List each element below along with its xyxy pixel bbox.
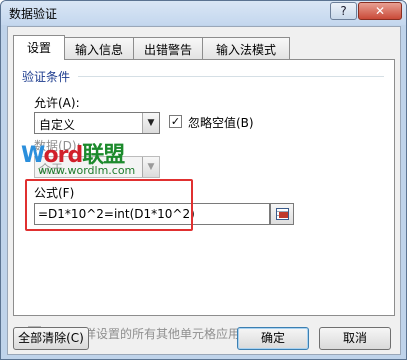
ignore-blank-checkbox[interactable]: ✓: [169, 115, 182, 128]
dialog-body: 设置 输入信息 出错警告 输入法模式 验证条件 允许(A): 自定义 ▼ ✓ 忽…: [7, 26, 401, 355]
allow-label: 允许(A):: [34, 96, 80, 110]
tab-error-alert[interactable]: 出错警告: [133, 37, 203, 59]
tab-input-message[interactable]: 输入信息: [64, 37, 134, 59]
formula-highlight-box: [25, 179, 193, 231]
data-validation-dialog: 数据验证 ? ✕ 设置 输入信息 出错警告 输入法模式 验证条件 允许(A): …: [0, 0, 407, 360]
settings-panel: 验证条件 允许(A): 自定义 ▼ ✓ 忽略空值(B) 数据(D): 介于 ▼ …: [13, 59, 395, 341]
ok-button[interactable]: 确定: [237, 327, 309, 350]
cancel-button[interactable]: 取消: [319, 327, 391, 350]
tab-ime-mode[interactable]: 输入法模式: [202, 37, 290, 59]
allow-dropdown[interactable]: 自定义 ▼: [34, 112, 160, 134]
chevron-down-icon[interactable]: ▼: [142, 113, 159, 133]
help-button[interactable]: ?: [330, 2, 357, 20]
close-button[interactable]: ✕: [358, 2, 402, 20]
tab-settings[interactable]: 设置: [13, 35, 65, 60]
range-select-button[interactable]: [270, 203, 294, 225]
range-arrow-mark: [279, 212, 288, 218]
allow-value: 自定义: [39, 118, 76, 132]
dialog-title: 数据验证: [9, 7, 58, 21]
chevron-down-icon: ▼: [142, 157, 159, 177]
check-icon: ✓: [170, 115, 181, 128]
section-divider: [78, 76, 384, 77]
clear-all-button[interactable]: 全部清除(C): [13, 327, 89, 350]
section-title: 验证条件: [22, 70, 71, 84]
watermark-url: www.wordlm.com: [38, 164, 136, 177]
title-bar[interactable]: 数据验证 ? ✕: [1, 1, 406, 25]
ignore-blank-label[interactable]: 忽略空值(B): [188, 114, 254, 131]
